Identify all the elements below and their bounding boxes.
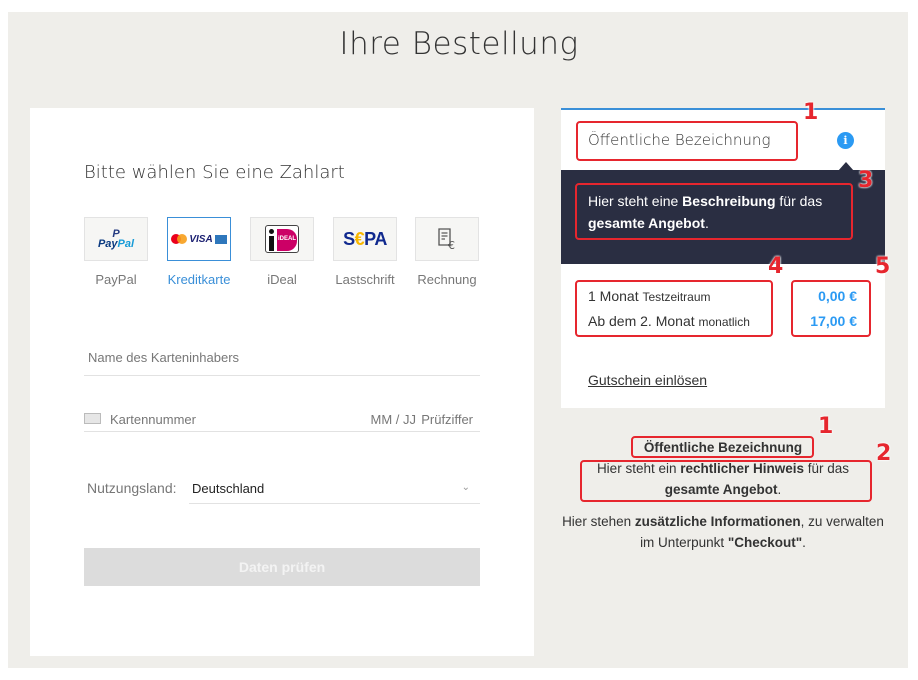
payment-method-label-paypal: PayPal	[95, 272, 137, 287]
payment-method-paypal[interactable]: P PayPal	[84, 217, 148, 261]
card-number-placeholder: Kartennummer	[110, 412, 196, 427]
invoice-icon: €	[438, 228, 455, 251]
payment-method-creditcard[interactable]: VISA	[167, 217, 231, 261]
expiry-input[interactable]: MM / JJ	[371, 412, 417, 427]
annotation-number-5: 5	[875, 254, 891, 279]
payment-heading: Bitte wählen Sie eine Zahlart	[84, 162, 345, 183]
payment-method-label-sepa: Lastschrift	[335, 272, 395, 287]
check-data-button[interactable]: Daten prüfen	[84, 548, 480, 586]
payment-method-label-invoice: Rechnung	[417, 272, 477, 287]
cvc-input[interactable]: Prüfziffer	[421, 412, 473, 427]
annotation-box-5	[791, 280, 871, 337]
sepa-logo-icon: S€PA	[343, 228, 387, 249]
annotation-number-3: 3	[858, 168, 874, 193]
credit-card-icon	[84, 413, 101, 424]
cardholder-name-placeholder: Name des Karteninhabers	[88, 350, 240, 365]
extra-information: Hier stehen zusätzliche Informationen, z…	[562, 514, 884, 550]
mastercard-icon	[171, 234, 188, 244]
annotation-number-2: 2	[876, 441, 892, 466]
payment-method-sepa[interactable]: S€PA	[333, 217, 397, 261]
info-icon[interactable]: i	[837, 132, 854, 149]
payment-method-ideal[interactable]: iDEAL	[250, 217, 314, 261]
payment-method-label-ideal: iDeal	[267, 272, 297, 287]
voucher-link[interactable]: Gutschein einlösen	[588, 372, 707, 388]
annotation-number-1b: 1	[818, 414, 834, 439]
page-title: Ihre Bestellung	[339, 26, 579, 62]
visa-icon: VISA	[189, 233, 213, 245]
svg-text:€: €	[448, 239, 455, 251]
annotation-box-2	[580, 460, 872, 502]
credit-card-logos-icon: VISA	[171, 233, 227, 245]
country-select[interactable]: Deutschland ⌄	[189, 478, 480, 504]
amex-icon	[214, 234, 227, 244]
country-value: Deutschland	[192, 481, 265, 496]
annotation-box-4	[575, 280, 773, 337]
paypal-logo-icon: P PayPal	[97, 228, 135, 250]
cardholder-name-input[interactable]: Name des Karteninhabers	[84, 350, 480, 376]
annotation-number-4: 4	[768, 254, 784, 279]
ideal-logo-icon: iDEAL	[265, 225, 299, 253]
country-label: Nutzungsland:	[87, 480, 177, 496]
annotation-box-1b	[631, 436, 814, 458]
payment-method-label-creditcard: Kreditkarte	[167, 272, 231, 287]
payment-method-invoice[interactable]: €	[415, 217, 479, 261]
annotation-number-1: 1	[803, 100, 819, 125]
annotation-box-3	[575, 183, 853, 240]
chevron-down-icon: ⌄	[461, 482, 470, 493]
annotation-box-1	[576, 121, 798, 161]
card-number-input[interactable]: Kartennummer MM / JJ Prüfziffer	[84, 410, 480, 432]
